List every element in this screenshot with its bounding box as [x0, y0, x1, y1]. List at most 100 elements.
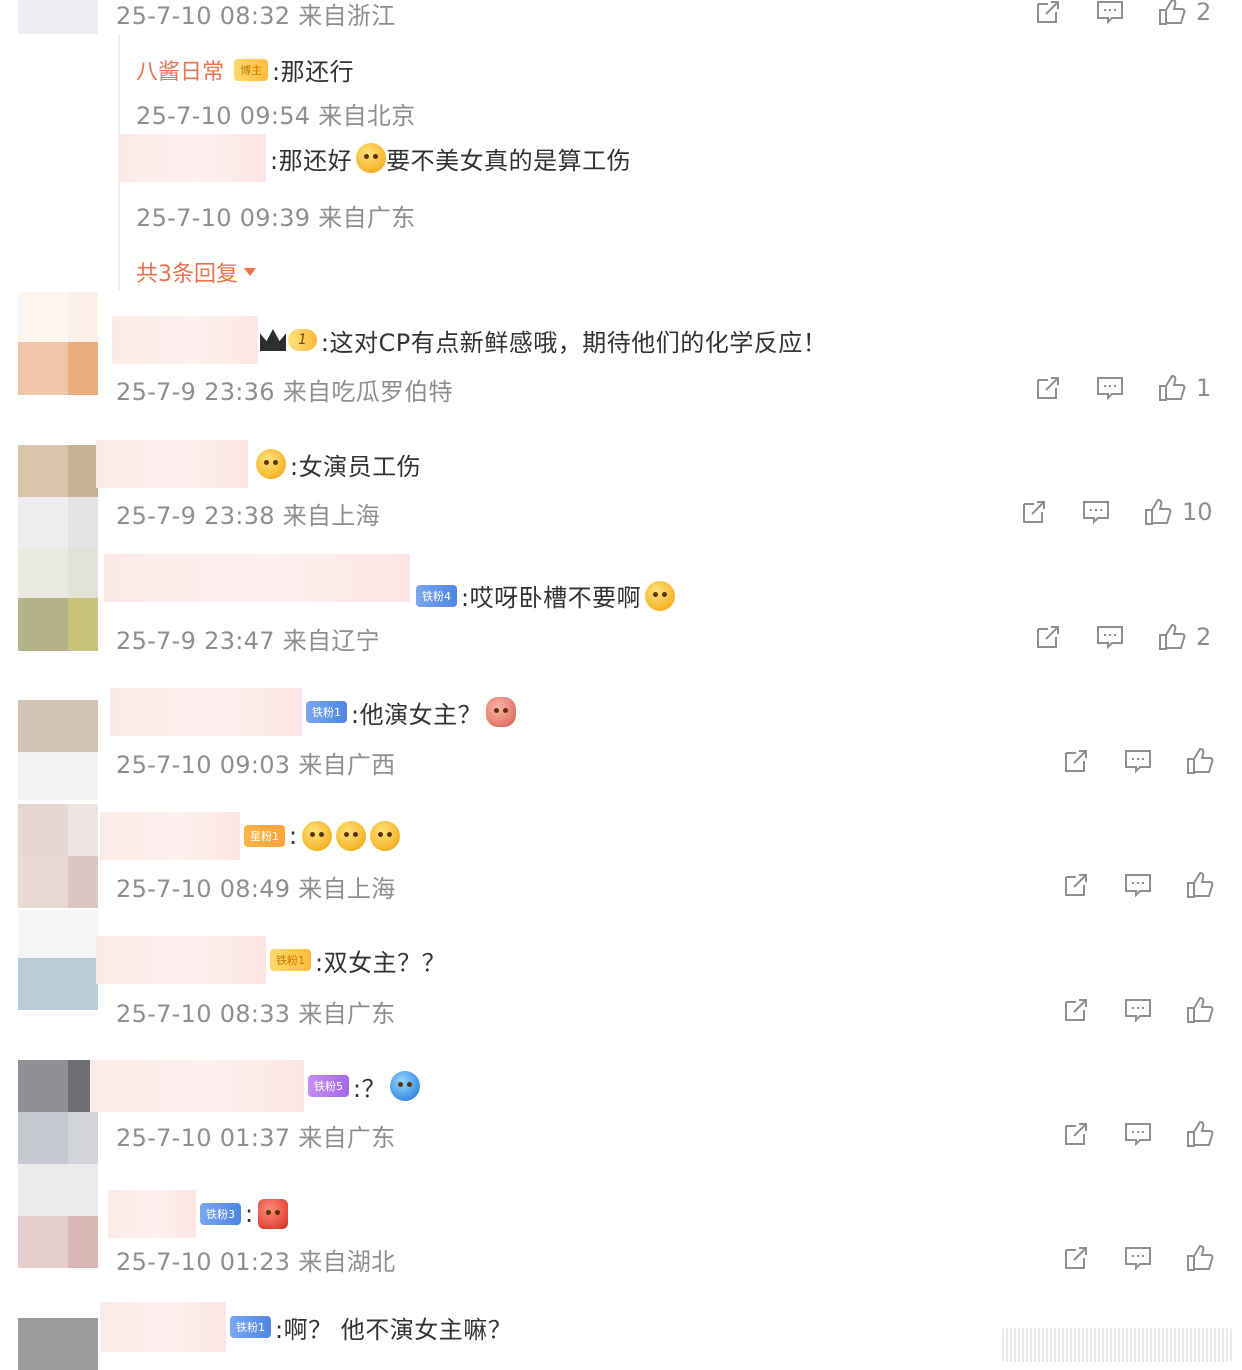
laughing-emoji-icon [369, 821, 400, 851]
share-icon[interactable] [1060, 994, 1092, 1026]
comment-line: 铁粉1 :他演女主？ [110, 688, 517, 736]
share-icon[interactable] [1060, 1118, 1092, 1150]
fan-badge: 铁粉1 [270, 949, 311, 971]
more-replies-link[interactable]: 共3条回复 [136, 256, 256, 288]
share-icon[interactable] [1032, 372, 1064, 404]
avatar[interactable] [18, 1164, 98, 1268]
comment-icon[interactable] [1122, 745, 1154, 777]
like-button[interactable] [1184, 1242, 1216, 1274]
fan-badge: 铁粉1 [306, 701, 347, 723]
more-replies-label: 共3条回复 [136, 262, 238, 287]
comment-text: :女演员工伤 [290, 452, 422, 481]
reply-item: :那还好 要不美女真的是算工伤 [120, 134, 631, 182]
like-icon [1187, 1244, 1214, 1271]
comment-icon[interactable] [1094, 372, 1126, 404]
comment-text: : [245, 1200, 254, 1228]
reply-author[interactable]: 八酱日常 [136, 54, 224, 86]
like-button[interactable] [1184, 869, 1216, 901]
blurred-username[interactable] [110, 688, 302, 736]
comment-actions: 1 [1032, 372, 1211, 404]
share-icon[interactable] [1060, 1242, 1092, 1274]
comment-actions [1060, 869, 1216, 901]
comment-icon[interactable] [1122, 1118, 1154, 1150]
blurred-username[interactable] [108, 1190, 196, 1238]
avatar[interactable] [18, 445, 98, 548]
avatar[interactable] [18, 1318, 98, 1370]
comment-line: 星粉1 : [100, 812, 400, 860]
share-icon[interactable] [1032, 621, 1064, 653]
scrollbar[interactable] [1002, 1328, 1232, 1362]
like-button[interactable]: 2 [1156, 0, 1211, 28]
comment-time-location: 25-7-10 08:33 来自广东 [116, 1000, 396, 1028]
emoji-icon [390, 1071, 421, 1101]
avatar[interactable] [18, 1060, 98, 1164]
reply-item: 八酱日常 博主 :那还行 [136, 52, 354, 87]
comment-icon[interactable] [1122, 1242, 1154, 1274]
comment-text: : [289, 822, 298, 850]
comment-actions [1060, 745, 1216, 777]
fan-badge: 星粉1 [244, 825, 285, 847]
comment-time-location: 25-7-10 08:32 来自浙江 [116, 2, 396, 30]
comment-text: :他演女主？ [351, 700, 483, 729]
comment-line: 铁粉1 :啊？ 他不演女主嘛？ [100, 1302, 512, 1352]
reply-text: :那还行 [272, 58, 355, 86]
emoji-icon [356, 143, 387, 173]
comment-actions: 2 [1032, 0, 1211, 28]
share-icon[interactable] [1018, 496, 1050, 528]
comment-actions: 10 [1018, 496, 1213, 528]
blurred-username[interactable] [96, 440, 248, 488]
share-icon[interactable] [1060, 745, 1092, 777]
comment-line: 铁粉5 :？ [90, 1060, 421, 1112]
comment-icon[interactable] [1094, 621, 1126, 653]
comment-actions [1060, 994, 1216, 1026]
blurred-username [120, 134, 266, 182]
like-count: 2 [1196, 623, 1212, 651]
emoji-icon [257, 1199, 288, 1229]
avatar[interactable] [18, 0, 98, 34]
like-button[interactable]: 2 [1156, 621, 1211, 653]
like-icon [1187, 996, 1214, 1023]
like-button[interactable]: 10 [1142, 496, 1213, 528]
comment-line: 1 :这对CP有点新鲜感哦，期待他们的化学反应！ [112, 316, 827, 364]
like-button[interactable] [1184, 745, 1216, 777]
comment-time-location: 25-7-10 08:49 来自上海 [116, 875, 396, 903]
blurred-username[interactable] [104, 554, 410, 602]
comment-time-location: 25-7-9 23:47 来自辽宁 [116, 627, 380, 655]
comment-line [104, 554, 410, 602]
author-badge: 博主 [234, 58, 269, 81]
comment-icon[interactable] [1122, 869, 1154, 901]
avatar[interactable] [18, 700, 98, 800]
more-replies[interactable]: 共3条回复 [136, 256, 256, 288]
comment-actions [1060, 1242, 1216, 1274]
share-icon[interactable] [1032, 0, 1064, 28]
avatar[interactable] [18, 292, 98, 395]
like-button[interactable] [1184, 1118, 1216, 1150]
blurred-username[interactable] [112, 316, 258, 364]
comment-icon[interactable] [1122, 994, 1154, 1026]
avatar[interactable] [18, 910, 98, 1010]
blurred-username[interactable] [96, 936, 266, 984]
like-icon [1187, 747, 1214, 774]
crown-badge: 1 [260, 329, 317, 351]
emoji-icon [645, 580, 676, 611]
comment-time-location: 25-7-10 01:37 来自广东 [116, 1124, 396, 1152]
fan-badge: 铁粉1 [230, 1316, 271, 1338]
comment-time-location: 25-7-10 09:03 来自广西 [116, 751, 396, 779]
laughing-emoji-icon [301, 821, 332, 851]
comment-icon[interactable] [1080, 496, 1112, 528]
reply-thread: 八酱日常 博主 :那还行 25-7-10 09:54 来自北京 :那还好 要不美… [118, 34, 631, 290]
comment-icon[interactable] [1094, 0, 1126, 28]
avatar[interactable] [18, 548, 98, 651]
comment-text: :啊？ 他不演女主嘛？ [275, 1315, 513, 1344]
avatar[interactable] [18, 804, 98, 908]
comment-text: :双女主？？ [315, 948, 447, 977]
blurred-username[interactable] [100, 1302, 226, 1352]
share-icon[interactable] [1060, 869, 1092, 901]
like-button[interactable]: 1 [1156, 372, 1211, 404]
comment-actions [1060, 1118, 1216, 1150]
blurred-username[interactable] [90, 1060, 304, 1112]
like-count: 1 [1196, 374, 1212, 402]
blurred-username[interactable] [100, 812, 240, 860]
like-button[interactable] [1184, 994, 1216, 1026]
like-icon [1187, 871, 1214, 898]
